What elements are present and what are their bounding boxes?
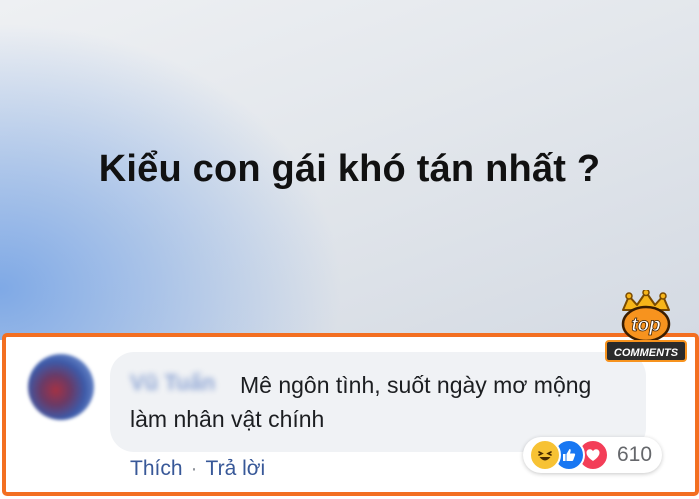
haha-face-icon: [534, 444, 556, 466]
action-separator: ·: [190, 457, 198, 480]
comment-text: Mê ngôn tình, suốt ngày mơ mộng làm nhân…: [130, 372, 592, 432]
like-link[interactable]: Thích: [130, 457, 183, 481]
post-title: Kiểu con gái khó tán nhất ?: [98, 148, 601, 190]
reply-link[interactable]: Trả lời: [206, 457, 266, 481]
haha-reaction-icon: [529, 439, 561, 471]
comment-actions: Thích · Trả lời: [130, 457, 265, 481]
badge-bottom-text: COMMENTS: [614, 347, 679, 359]
screenshot: Kiểu con gái khó tán nhất ? Vũ Tuấn Mê n…: [0, 0, 699, 499]
thumbs-up-icon: [563, 449, 576, 461]
post-background: Kiểu con gái khó tán nhất ?: [0, 0, 699, 340]
heart-icon: [586, 449, 600, 461]
avatar[interactable]: [28, 354, 94, 420]
reaction-count: 610: [617, 443, 653, 466]
reaction-summary[interactable]: 610: [523, 437, 663, 473]
badge-top-text: top: [631, 315, 661, 336]
top-comments-badge-icon: top COMMENTS: [605, 290, 687, 362]
comment-frame: Vũ Tuấn Mê ngôn tình, suốt ngày mơ mộng …: [2, 333, 699, 496]
